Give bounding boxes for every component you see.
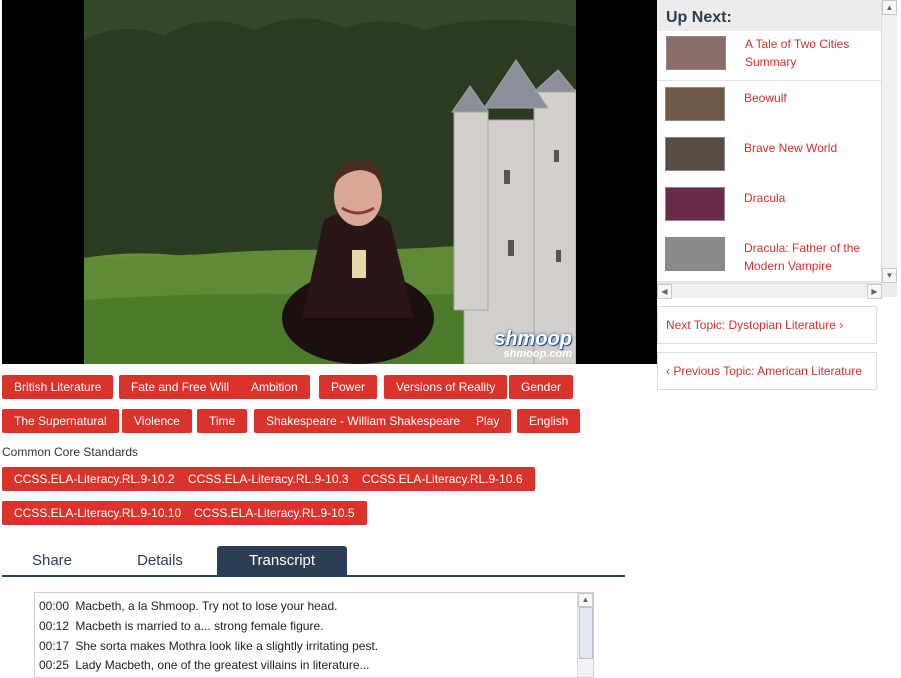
video-frame[interactable]: shmoop shmoop.com xyxy=(84,0,576,364)
up-next-title: Up Next: xyxy=(666,9,732,26)
transcript-line[interactable]: 00:17 She sorta makes Mothra look like a… xyxy=(39,639,378,653)
chevron-right-icon: › xyxy=(839,318,844,332)
scrollbar-thumb[interactable] xyxy=(579,607,593,659)
logo-text: shmoop xyxy=(494,328,572,350)
up-next-item[interactable]: Brave New World xyxy=(657,131,881,182)
transcript-line[interactable]: 00:25 Lady Macbeth, one of the greatest … xyxy=(39,658,370,672)
tag-power[interactable]: Power xyxy=(319,375,378,399)
tab-transcript[interactable]: Transcript xyxy=(217,546,347,575)
tab-share[interactable]: Share xyxy=(2,546,102,575)
transcript-text: She sorta makes Mothra look like a sligh… xyxy=(75,639,379,653)
standard-rl-9-10-5[interactable]: CCSS.ELA-Literacy.RL.9-10.5 xyxy=(182,501,367,525)
transcript-text: Lady Macbeth, one of the greatest villai… xyxy=(75,658,370,672)
scroll-right-icon[interactable]: ▶ xyxy=(867,284,882,299)
scroll-up-icon[interactable]: ▲ xyxy=(578,593,593,607)
previous-topic-link[interactable]: ‹ Previous Topic: American Literature xyxy=(657,352,877,390)
logo-url: shmoop.com xyxy=(503,348,572,360)
scroll-left-icon[interactable]: ◀ xyxy=(657,284,672,299)
video-thumbnail[interactable] xyxy=(666,36,726,70)
standard-rl-9-10-10[interactable]: CCSS.ELA-Literacy.RL.9-10.10 xyxy=(2,501,194,525)
transcript-line[interactable]: 00:00 Macbeth, a la Shmoop. Try not to l… xyxy=(39,599,338,613)
chevron-left-icon: ‹ xyxy=(666,364,670,378)
up-next-item-label[interactable]: Brave New World xyxy=(744,139,874,157)
timestamp[interactable]: 00:17 xyxy=(39,639,72,653)
tabs-underline xyxy=(2,575,625,577)
tag-shakespeare[interactable]: Shakespeare - William Shakespeare xyxy=(254,409,473,433)
timestamp[interactable]: 00:25 xyxy=(39,658,72,672)
tag-ambition[interactable]: Ambition xyxy=(239,375,310,399)
next-topic-link[interactable]: Next Topic: Dystopian Literature › xyxy=(657,306,877,344)
tag-british-literature[interactable]: British Literature xyxy=(2,375,114,399)
video-thumbnail[interactable] xyxy=(665,187,725,221)
scroll-up-icon[interactable]: ▲ xyxy=(882,0,897,15)
standard-rl-9-10-3[interactable]: CCSS.ELA-Literacy.RL.9-10.3 xyxy=(176,467,361,491)
transcript-box[interactable]: 00:00 Macbeth, a la Shmoop. Try not to l… xyxy=(34,592,594,678)
next-topic-label[interactable]: Next Topic: Dystopian Literature xyxy=(658,318,836,332)
transcript-text: Macbeth is married to a... strong female… xyxy=(75,619,324,633)
tab-details[interactable]: Details xyxy=(110,546,210,575)
up-next-item-label[interactable]: Dracula xyxy=(744,189,874,207)
tag-play[interactable]: Play xyxy=(464,409,512,433)
tag-violence[interactable]: Violence xyxy=(122,409,192,433)
transcript-line[interactable]: 00:12 Macbeth is married to a... strong … xyxy=(39,619,323,633)
transcript-text: Macbeth, a la Shmoop. Try not to lose yo… xyxy=(75,599,338,613)
up-next-item-label[interactable]: A Tale of Two Cities Summary xyxy=(745,35,875,71)
up-next-item[interactable]: Beowulf xyxy=(657,81,881,132)
tag-the-supernatural[interactable]: The Supernatural xyxy=(2,409,119,433)
shmoop-logo: shmoop shmoop.com xyxy=(494,329,572,360)
up-next-list[interactable]: Up Next: A Tale of Two Cities Summary Be… xyxy=(657,0,881,283)
up-next-item[interactable]: A Tale of Two Cities Summary xyxy=(657,31,881,81)
up-next-item-label[interactable]: Beowulf xyxy=(744,89,874,107)
timestamp[interactable]: 00:00 xyxy=(39,599,72,613)
up-next-panel: Up Next: A Tale of Two Cities Summary Be… xyxy=(657,0,897,299)
tag-gender[interactable]: Gender xyxy=(509,375,574,399)
tag-fate-and-free-will[interactable]: Fate and Free Will xyxy=(119,375,242,399)
tag-time[interactable]: Time xyxy=(197,409,248,433)
video-thumbnail[interactable] xyxy=(665,137,725,171)
transcript-scrollbar[interactable]: ▲ xyxy=(577,593,593,677)
video-thumbnail[interactable] xyxy=(665,237,725,271)
video-scene-illustration xyxy=(84,0,576,364)
timestamp[interactable]: 00:12 xyxy=(39,619,72,633)
up-next-item-label[interactable]: Dracula: Father of the Modern Vampire xyxy=(744,239,874,275)
video-thumbnail[interactable] xyxy=(665,87,725,121)
previous-topic-label[interactable]: Previous Topic: American Literature xyxy=(673,364,862,378)
standard-rl-9-10-6[interactable]: CCSS.ELA-Literacy.RL.9-10.6 xyxy=(350,467,535,491)
up-next-item[interactable]: Dracula xyxy=(657,181,881,232)
standard-rl-9-10-2[interactable]: CCSS.ELA-Literacy.RL.9-10.2 xyxy=(2,467,187,491)
up-next-item[interactable]: Dracula: Father of the Modern Vampire xyxy=(657,231,881,282)
tag-versions-of-reality[interactable]: Versions of Reality xyxy=(384,375,508,399)
video-player[interactable]: shmoop shmoop.com xyxy=(2,0,657,364)
tag-english[interactable]: English xyxy=(517,409,581,433)
up-next-horizontal-scrollbar[interactable]: ◀ ▶ xyxy=(657,283,882,299)
scroll-down-icon[interactable]: ▼ xyxy=(882,268,897,283)
common-core-standards-label: Common Core Standards xyxy=(2,445,139,459)
up-next-vertical-scrollbar[interactable]: ▲ ▼ xyxy=(881,0,897,283)
